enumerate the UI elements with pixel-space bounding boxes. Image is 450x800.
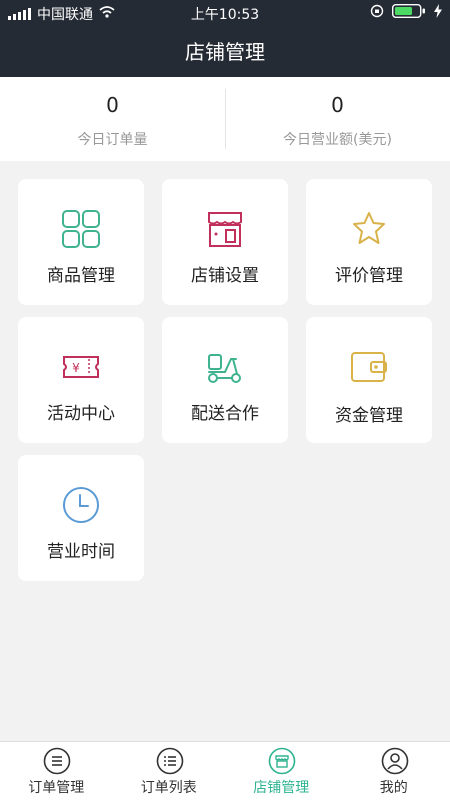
stat-orders-today[interactable]: 0 今日订单量 bbox=[0, 77, 225, 161]
tile-business-hours[interactable]: 营业时间 bbox=[18, 455, 144, 581]
tab-profile[interactable]: 我的 bbox=[338, 742, 450, 800]
wallet-icon bbox=[351, 352, 387, 382]
stat-revenue-today[interactable]: 0 今日营业额(美元) bbox=[225, 77, 450, 161]
stat-label: 今日订单量 bbox=[77, 132, 148, 148]
status-bar: 中国联通 上午10:53 bbox=[0, 0, 450, 26]
tile-label: 营业时间 bbox=[47, 542, 115, 562]
tab-label: 我的 bbox=[379, 780, 408, 796]
tile-delivery-cooperation[interactable]: 配送合作 bbox=[162, 317, 288, 443]
tab-order-list[interactable]: 订单列表 bbox=[113, 742, 226, 800]
tab-shop-management[interactable]: 店铺管理 bbox=[225, 742, 338, 800]
header: 中国联通 上午10:53 店铺管理 bbox=[0, 0, 450, 77]
tab-label: 店铺管理 bbox=[253, 780, 310, 796]
page-title: 店铺管理 bbox=[185, 40, 265, 64]
tile-product-management[interactable]: 商品管理 bbox=[18, 179, 144, 305]
tile-activity-center[interactable]: ¥ 活动中心 bbox=[18, 317, 144, 443]
battery-icon bbox=[391, 3, 426, 22]
tile-label: 资金管理 bbox=[335, 406, 403, 426]
stat-value: 0 bbox=[331, 93, 344, 117]
tile-store-settings[interactable]: 店铺设置 bbox=[162, 179, 288, 305]
grid-icon bbox=[62, 210, 100, 248]
tile-label: 评价管理 bbox=[335, 266, 403, 286]
tab-order-management[interactable]: 订单管理 bbox=[0, 742, 113, 800]
profile-icon bbox=[381, 747, 408, 775]
shop-icon bbox=[268, 747, 296, 775]
tile-label: 店铺设置 bbox=[191, 266, 259, 286]
bottom-tab-bar: 订单管理 订单列表 店铺管理 我的 bbox=[0, 741, 450, 800]
tile-label: 活动中心 bbox=[47, 404, 115, 424]
svg-text:¥: ¥ bbox=[72, 361, 80, 375]
tile-label: 商品管理 bbox=[47, 266, 115, 286]
stats-panel: 0 今日订单量 0 今日营业额(美元) bbox=[0, 77, 450, 161]
scooter-icon bbox=[208, 354, 241, 383]
store-icon bbox=[208, 212, 242, 247]
star-icon bbox=[353, 212, 385, 244]
tile-fund-management[interactable]: 资金管理 bbox=[306, 317, 432, 443]
orientation-lock-icon bbox=[370, 4, 384, 22]
tile-review-management[interactable]: 评价管理 bbox=[306, 179, 432, 305]
charging-icon bbox=[434, 4, 442, 22]
tile-label: 配送合作 bbox=[191, 404, 259, 424]
stat-value: 0 bbox=[106, 93, 119, 117]
tab-label: 订单管理 bbox=[28, 780, 85, 796]
clock-icon bbox=[63, 487, 99, 523]
order-icon bbox=[43, 747, 71, 775]
ticket-icon: ¥ bbox=[63, 356, 99, 378]
tab-label: 订单列表 bbox=[140, 780, 197, 796]
stat-label: 今日营业额(美元) bbox=[283, 132, 392, 148]
list-icon bbox=[156, 747, 183, 775]
